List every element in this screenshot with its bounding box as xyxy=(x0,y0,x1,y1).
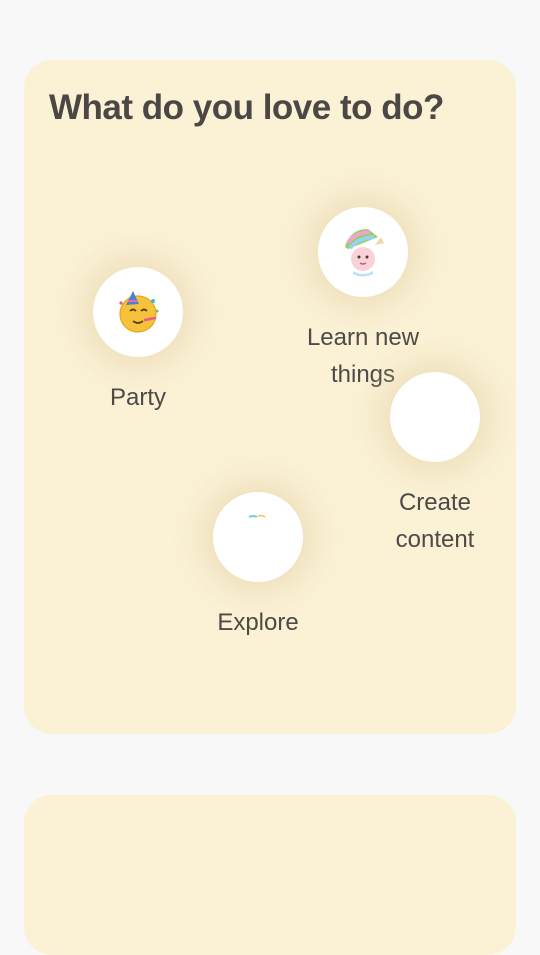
explore-icon xyxy=(248,514,266,518)
page-title: What do you love to do? xyxy=(49,88,444,127)
option-party-label: Party xyxy=(109,384,166,411)
label-line: content xyxy=(395,526,475,553)
option-create-content-label: Create content xyxy=(355,484,515,558)
option-create-content-button[interactable] xyxy=(390,372,480,462)
label-line: Learn new xyxy=(306,324,420,351)
create-content-icon xyxy=(390,372,480,462)
label-line: Create xyxy=(398,489,472,516)
label-line: things xyxy=(330,361,396,388)
interests-card: What do you love to do? Party Learn new … xyxy=(24,60,516,734)
next-card xyxy=(24,795,516,955)
option-explore-label: Explore xyxy=(217,609,299,636)
party-face-icon xyxy=(119,291,159,333)
learner-character-icon xyxy=(345,229,384,277)
option-learn-new-things-button[interactable] xyxy=(318,207,408,297)
option-party-button[interactable] xyxy=(93,267,183,357)
option-explore-button[interactable] xyxy=(213,492,303,582)
